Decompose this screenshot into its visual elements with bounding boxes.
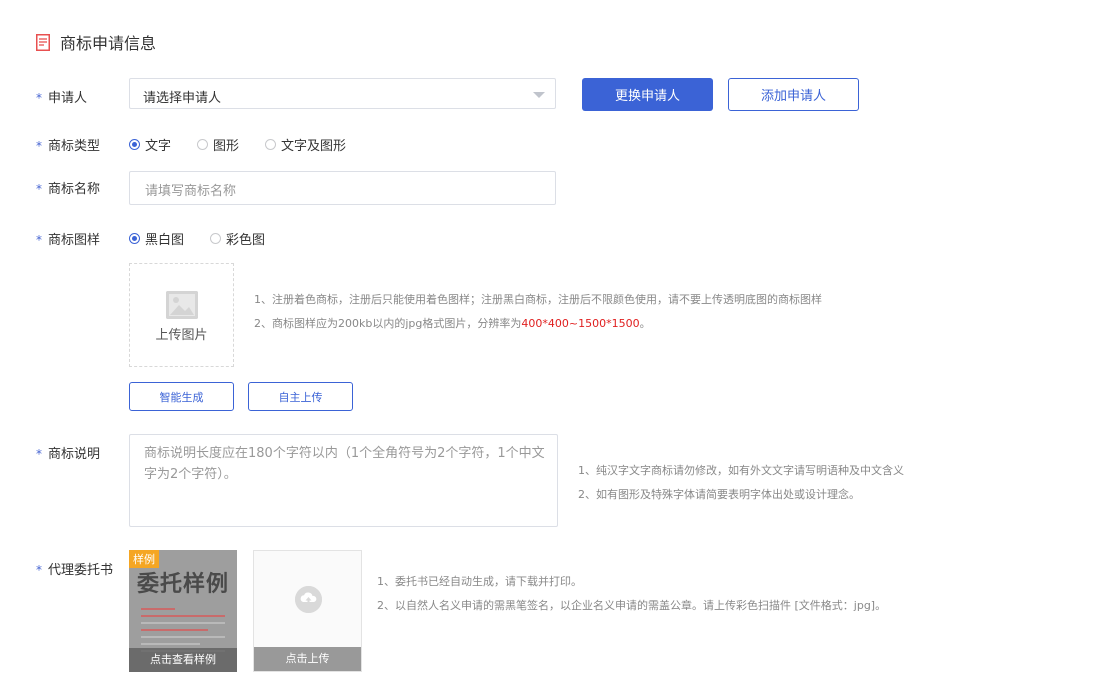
image-icon xyxy=(166,291,198,319)
type-label: * 商标类型 xyxy=(36,135,100,154)
sample-title: 委托样例 xyxy=(137,572,230,597)
image-hint-2-text: 2、商标图样应为200kb以内的jpg格式图片，分辨率为 xyxy=(254,317,522,330)
proxy-hint-2: 2、以自然人名义申请的需黑笔签名，以企业名义申请的需盖公章。请上传彩色扫描件 [… xyxy=(377,599,887,612)
image-hint-2-suffix: 。 xyxy=(639,317,651,330)
trademark-name-input[interactable]: 请填写商标名称 xyxy=(129,171,556,205)
type-label-text: 商标类型 xyxy=(48,139,101,154)
required-mark: * xyxy=(36,447,42,461)
description-placeholder: 商标说明长度应在180个字符以内（1个全角符号为2个字符，1个中文字为2个字符）… xyxy=(144,446,545,482)
required-mark: * xyxy=(36,563,42,577)
image-label-text: 商标图样 xyxy=(48,233,101,248)
required-mark: * xyxy=(36,233,42,247)
proxy-label-text: 代理委托书 xyxy=(48,563,114,578)
radio-label: 彩色图 xyxy=(226,233,266,248)
chevron-down-icon xyxy=(533,92,545,98)
type-radio-text-and-graphic[interactable]: 文字及图形 xyxy=(265,135,346,154)
section-header: 商标申请信息 xyxy=(36,30,156,54)
required-mark: * xyxy=(36,182,42,196)
change-applicant-button[interactable]: 更换申请人 xyxy=(582,78,713,111)
proxy-hints: 1、委托书已经自动生成，请下载并打印。 2、以自然人名义申请的需黑笔签名，以企业… xyxy=(377,570,886,618)
upload-image-box[interactable]: 上传图片 xyxy=(129,263,234,367)
description-textarea[interactable]: 商标说明长度应在180个字符以内（1个全角符号为2个字符，1个中文字为2个字符）… xyxy=(129,434,558,527)
applicant-select-value: 请选择申请人 xyxy=(143,91,222,106)
description-label: * 商标说明 xyxy=(36,443,100,462)
section-title: 商标申请信息 xyxy=(60,34,157,53)
upload-image-label: 上传图片 xyxy=(155,328,208,343)
radio-icon xyxy=(210,233,222,244)
type-radio-group: 文字 图形 文字及图形 xyxy=(129,135,372,154)
description-hint-1: 1、纯汉字文字商标请勿修改，如有外文文字请写明语种及中文含义 xyxy=(578,464,904,477)
image-hints: 1、注册着色商标，注册后只能使用着色图样；注册黑白商标，注册后不限颜色使用，请不… xyxy=(254,288,822,336)
self-upload-button[interactable]: 自主上传 xyxy=(248,382,353,411)
resolution-highlight: 400*400~1500*1500 xyxy=(521,317,640,330)
radio-icon xyxy=(197,139,209,150)
click-upload-caption: 点击上传 xyxy=(254,647,361,671)
radio-checked-icon xyxy=(129,139,140,150)
image-radio-bw[interactable]: 黑白图 xyxy=(129,229,184,248)
image-radio-group: 黑白图 彩色图 xyxy=(129,229,291,248)
proxy-sample-card[interactable]: 样例 委托样例 点击查看样例 xyxy=(129,550,237,672)
proxy-label: * 代理委托书 xyxy=(36,559,113,578)
radio-label: 文字 xyxy=(145,139,172,154)
applicant-label: * 申请人 xyxy=(36,87,87,106)
image-radio-color[interactable]: 彩色图 xyxy=(210,229,265,248)
description-hints: 1、纯汉字文字商标请勿修改，如有外文文字请写明语种及中文含义 2、如有图形及特殊… xyxy=(578,459,904,507)
image-hint-1: 1、注册着色商标，注册后只能使用着色图样；注册黑白商标，注册后不限颜色使用，请不… xyxy=(254,293,822,306)
applicant-select[interactable]: 请选择申请人 xyxy=(129,78,556,109)
view-sample-caption: 点击查看样例 xyxy=(129,648,237,672)
add-applicant-button[interactable]: 添加申请人 xyxy=(728,78,859,111)
radio-checked-icon xyxy=(129,233,140,244)
applicant-label-text: 申请人 xyxy=(48,91,88,106)
image-hint-2: 2、商标图样应为200kb以内的jpg格式图片，分辨率为400*400~1500… xyxy=(254,312,822,336)
proxy-upload-card[interactable]: 点击上传 xyxy=(253,550,362,672)
radio-label: 文字及图形 xyxy=(281,139,347,154)
proxy-hint-1: 1、委托书已经自动生成，请下载并打印。 xyxy=(377,575,582,588)
image-label: * 商标图样 xyxy=(36,229,100,248)
cloud-upload-icon xyxy=(295,586,322,613)
type-radio-text[interactable]: 文字 xyxy=(129,135,171,154)
radio-icon xyxy=(265,139,277,150)
description-label-text: 商标说明 xyxy=(48,447,101,462)
required-mark: * xyxy=(36,139,42,153)
radio-label: 图形 xyxy=(213,139,240,154)
required-mark: * xyxy=(36,91,42,105)
type-radio-graphic[interactable]: 图形 xyxy=(197,135,239,154)
smart-generate-button[interactable]: 智能生成 xyxy=(129,382,234,411)
description-hint-2: 2、如有图形及特殊字体请简要表明字体出处或设计理念。 xyxy=(578,488,860,501)
document-icon xyxy=(36,33,50,51)
name-label-text: 商标名称 xyxy=(48,182,101,197)
radio-label: 黑白图 xyxy=(145,233,185,248)
name-label: * 商标名称 xyxy=(36,178,100,197)
trademark-name-placeholder: 请填写商标名称 xyxy=(145,184,237,199)
